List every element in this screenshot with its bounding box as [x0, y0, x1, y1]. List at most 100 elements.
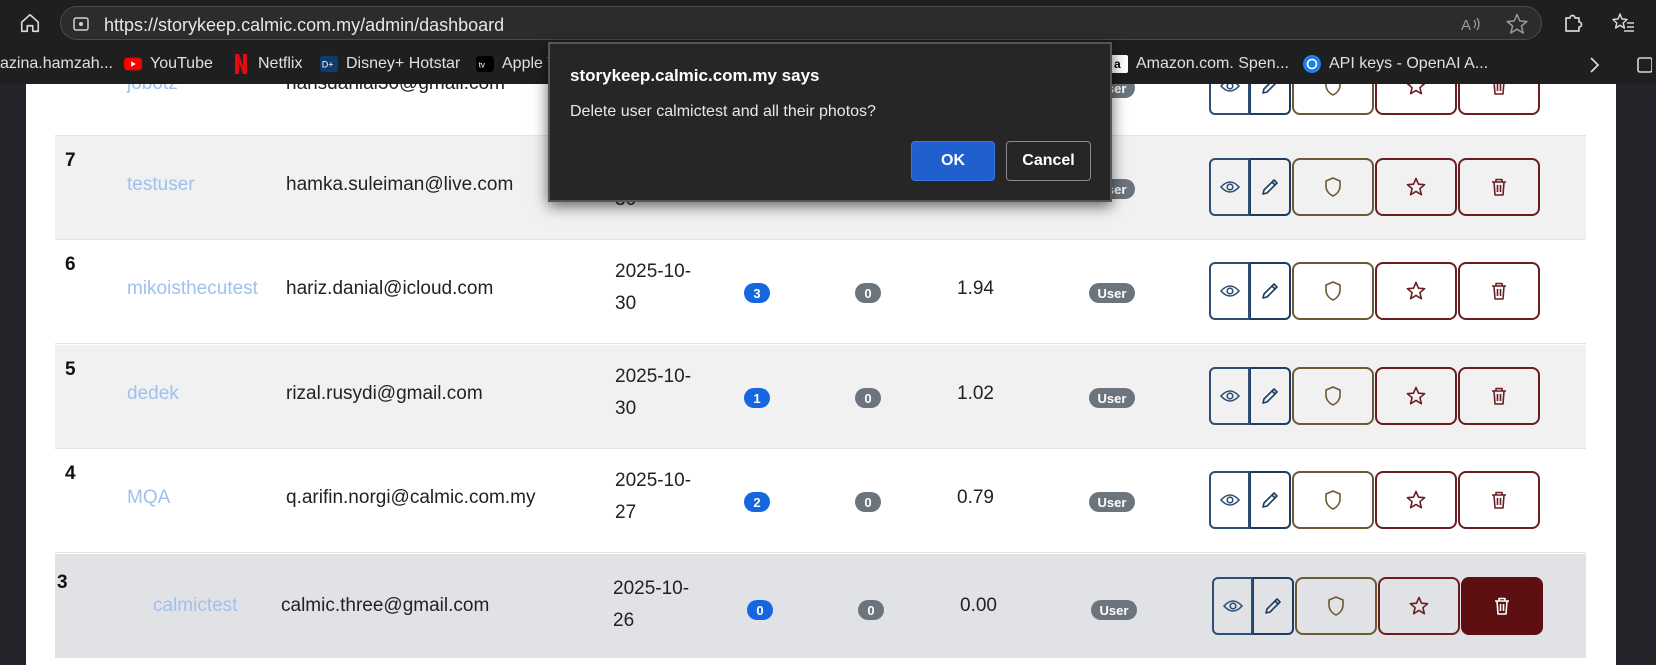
home-icon[interactable] — [14, 8, 46, 38]
bookmark-openai[interactable]: API keys - OpenAI A... — [1303, 55, 1488, 73]
row-actions — [1209, 84, 1540, 115]
storage-cell: 0.79 — [957, 487, 994, 508]
delete-button[interactable] — [1458, 471, 1540, 529]
bookmark-apple-tv[interactable]: tv Apple T — [476, 55, 557, 73]
extensions-icon[interactable] — [1558, 8, 1588, 38]
username-link[interactable]: testuser — [127, 174, 195, 196]
pencil-icon — [1265, 598, 1281, 614]
edit-button[interactable] — [1253, 577, 1294, 635]
cancel-button[interactable]: Cancel — [1006, 141, 1091, 181]
delete-button[interactable] — [1458, 367, 1540, 425]
bookmark-hotstar[interactable]: D+ Disney+ Hotstar — [320, 55, 460, 73]
star-icon — [1406, 84, 1426, 95]
edit-button[interactable] — [1250, 158, 1291, 216]
pencil-icon — [1262, 388, 1278, 404]
bookmark-netflix[interactable]: Netflix — [232, 54, 303, 74]
ok-button[interactable]: OK — [911, 141, 995, 181]
make-admin-button[interactable] — [1292, 158, 1374, 216]
joined-date-day: 30 — [615, 293, 637, 314]
email-cell: harisdanial30@gmail.com — [286, 84, 505, 95]
joined-date-day: 27 — [615, 502, 637, 523]
openai-icon — [1303, 55, 1321, 73]
chevron-right-icon[interactable] — [1584, 54, 1604, 76]
trash-icon — [1493, 84, 1505, 95]
shield-icon — [1325, 84, 1341, 96]
dialog-message: Delete user calmictest and all their pho… — [570, 103, 876, 120]
edit-button[interactable] — [1250, 262, 1291, 320]
view-button[interactable] — [1209, 84, 1250, 115]
email-cell: rizal.rusydi@gmail.com — [286, 383, 483, 404]
role-badge: User — [1089, 283, 1135, 303]
edit-button[interactable] — [1250, 367, 1291, 425]
shield-icon — [1325, 177, 1341, 197]
view-button[interactable] — [1209, 158, 1250, 216]
make-admin-button[interactable] — [1292, 367, 1374, 425]
view-button[interactable] — [1209, 471, 1250, 529]
make-admin-button[interactable] — [1292, 471, 1374, 529]
star-icon — [1406, 281, 1426, 300]
joined-date-day: 26 — [613, 610, 635, 631]
feature-button[interactable] — [1375, 367, 1457, 425]
make-admin-button[interactable] — [1295, 577, 1377, 635]
feature-button[interactable] — [1375, 471, 1457, 529]
view-button[interactable] — [1209, 262, 1250, 320]
edit-button[interactable] — [1250, 84, 1291, 115]
view-button[interactable] — [1209, 367, 1250, 425]
storage-cell: 1.02 — [957, 383, 994, 404]
eye-icon — [1219, 84, 1240, 92]
lock-icon[interactable] — [72, 15, 90, 33]
dialog-title: storykeep.calmic.com.my says — [570, 66, 820, 85]
shield-icon — [1328, 596, 1344, 616]
address-bar[interactable]: https://storykeep.calmic.com.my/admin/da… — [60, 6, 1542, 40]
delete-button[interactable] — [1458, 84, 1540, 115]
edit-button[interactable] — [1250, 471, 1291, 529]
row-id: 6 — [65, 254, 76, 275]
delete-button[interactable] — [1461, 577, 1543, 635]
delete-button[interactable] — [1458, 158, 1540, 216]
bookmark-youtube[interactable]: YouTube — [124, 55, 213, 73]
feature-button[interactable] — [1378, 577, 1460, 635]
joined-date: 2025-10- — [615, 470, 692, 491]
row-actions — [1209, 262, 1540, 320]
favorite-count-badge: 0 — [858, 600, 884, 620]
star-icon — [1406, 490, 1426, 509]
email-cell: q.arifin.norgi@calmic.com.my — [286, 487, 536, 508]
joined-date: 2025-10- — [613, 578, 690, 599]
feature-button[interactable] — [1375, 158, 1457, 216]
username-link[interactable]: dedek — [127, 383, 179, 405]
view-button[interactable] — [1212, 577, 1253, 635]
row-actions — [1212, 577, 1543, 635]
youtube-icon — [124, 55, 142, 73]
apple-tv-icon: tv — [476, 55, 494, 73]
username-link[interactable]: calmictest — [153, 595, 237, 617]
confirm-dialog: storykeep.calmic.com.my says Delete user… — [548, 42, 1112, 202]
username-link[interactable]: jobotz — [127, 84, 178, 95]
bookmark-label: Netflix — [258, 55, 303, 72]
email-cell: calmic.three@gmail.com — [281, 595, 490, 616]
row-id: 4 — [65, 463, 76, 484]
delete-button[interactable] — [1458, 262, 1540, 320]
storage-cell: 0.00 — [960, 595, 997, 616]
bookmark-azina[interactable]: azina.hamzah... — [0, 55, 113, 73]
row-actions — [1209, 471, 1540, 529]
read-aloud-icon[interactable]: A — [1461, 15, 1483, 34]
favorite-count-badge: 0 — [855, 492, 881, 512]
bookmark-label: API keys - OpenAI A... — [1329, 55, 1489, 72]
username-link[interactable]: mikoisthecutest — [127, 278, 258, 300]
favorites-icon[interactable] — [1608, 8, 1638, 38]
bookmark-amazon[interactable]: a Amazon.com. Spen... — [1110, 55, 1289, 73]
svg-text:tv: tv — [479, 61, 486, 70]
feature-button[interactable] — [1375, 262, 1457, 320]
shield-icon — [1325, 281, 1341, 301]
username-link[interactable]: MQA — [127, 487, 170, 509]
folder-icon[interactable] — [1636, 55, 1653, 75]
favorite-star-icon[interactable] — [1505, 13, 1529, 35]
feature-button[interactable] — [1375, 84, 1457, 115]
url-text[interactable]: https://storykeep.calmic.com.my/admin/da… — [104, 15, 504, 36]
make-admin-button[interactable] — [1292, 84, 1374, 115]
joined-date-day: 30 — [615, 398, 637, 419]
role-badge: User — [1089, 492, 1135, 512]
make-admin-button[interactable] — [1292, 262, 1374, 320]
star-icon — [1409, 596, 1429, 615]
email-cell: hamka.suleiman@live.com — [286, 174, 514, 195]
